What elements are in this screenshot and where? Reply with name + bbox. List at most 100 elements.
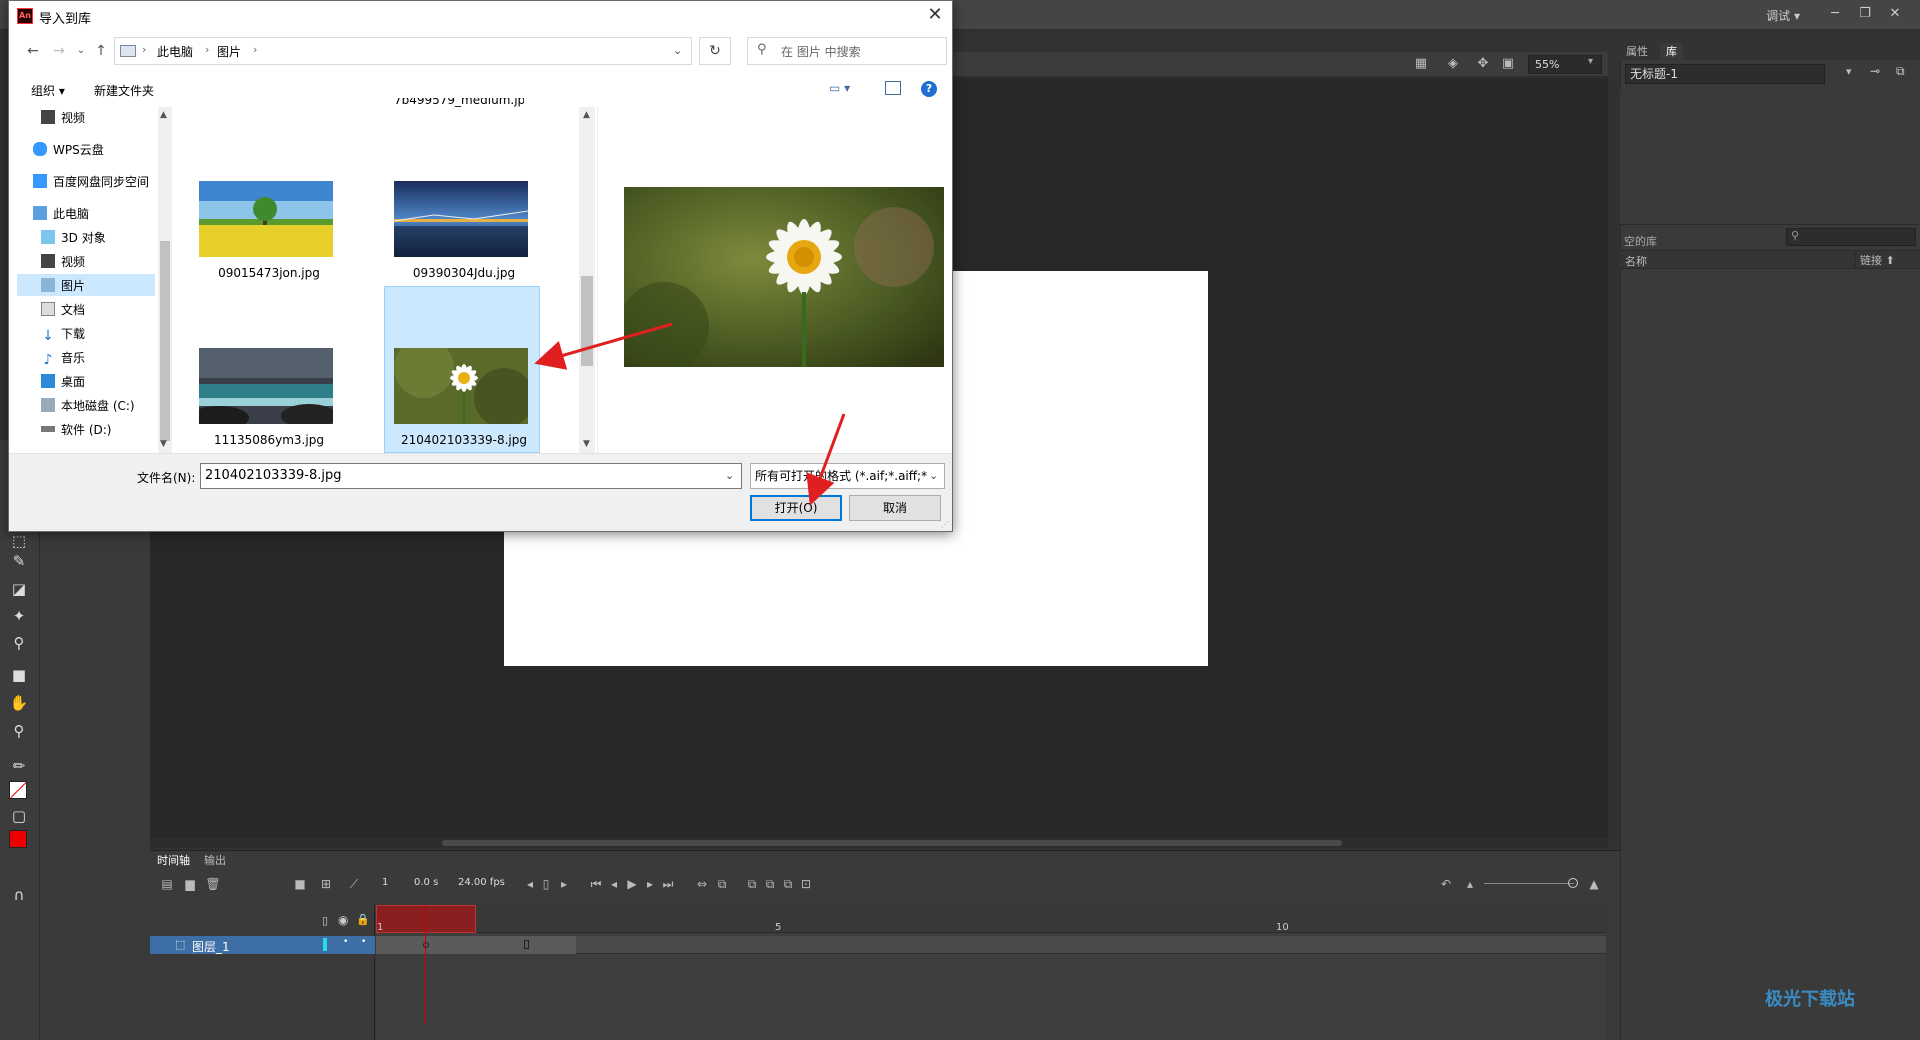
nav-item-pictures[interactable]: 图片 — [41, 275, 85, 297]
loop-icon[interactable]: ⇔ — [694, 876, 710, 892]
eyedropper-icon[interactable]: ✎ — [8, 550, 30, 572]
graph-icon[interactable]: ⟋ — [346, 876, 362, 892]
tab-output[interactable]: 输出 — [204, 852, 226, 868]
layer-parenting-icon[interactable]: ⊞ — [318, 876, 334, 892]
minimize-icon[interactable]: ─ — [1822, 4, 1848, 24]
reset-view-icon[interactable]: ↶ — [1438, 876, 1454, 892]
outline-header-icon[interactable]: ▯ — [322, 914, 328, 927]
up-arrow-icon[interactable]: ↑ — [93, 42, 109, 60]
nav-item-3d-objects[interactable]: 3D 对象 — [41, 227, 106, 249]
new-folder-button[interactable]: 新建文件夹 — [94, 82, 154, 99]
onion-markers-icon[interactable]: ⧉ — [780, 876, 796, 892]
nav-item-videos-pc[interactable]: 视频 — [41, 251, 85, 273]
close-icon[interactable]: ✕ — [1882, 4, 1908, 24]
tab-library[interactable]: 库 — [1660, 43, 1683, 59]
camera-icon[interactable]: ■ — [292, 876, 308, 892]
recent-locations-icon[interactable]: ⌄ — [73, 42, 89, 60]
workspace-switcher[interactable]: 调试 ▾ — [1766, 7, 1800, 24]
library-search-input[interactable]: ⚲ — [1786, 228, 1916, 246]
address-bar[interactable] — [114, 37, 692, 65]
pin-library-icon[interactable]: ⊸ — [1870, 64, 1880, 78]
current-frame[interactable]: 1 — [382, 877, 388, 888]
zoom-out-icon[interactable]: ▴ — [1462, 876, 1478, 892]
tab-properties[interactable]: 属性 — [1626, 43, 1648, 59]
edit-multiple-frames-icon[interactable]: ⧉ — [744, 876, 760, 892]
file-scroll-thumb[interactable] — [581, 276, 593, 366]
nav-item-music[interactable]: ♪ 音乐 — [41, 347, 85, 369]
visibility-dot-icon[interactable]: • — [343, 937, 348, 947]
pin-icon[interactable]: ⚲ — [8, 632, 30, 654]
chevron-left-icon[interactable]: ◂ — [522, 876, 538, 892]
stroke-color-swatch[interactable] — [9, 781, 27, 799]
scroll-up-icon[interactable]: ▲ — [583, 110, 590, 120]
last-frame-icon[interactable]: ⏭ — [660, 876, 676, 892]
help-icon[interactable]: ? — [921, 81, 937, 97]
scroll-up-icon[interactable]: ▲ — [160, 110, 167, 120]
column-name[interactable]: 名称 — [1625, 253, 1647, 269]
organize-menu[interactable]: 组织 ▾ — [31, 82, 65, 99]
lock-dot-icon[interactable]: • — [361, 937, 366, 947]
nav-item-this-pc[interactable]: 此电脑 — [33, 203, 89, 225]
filename-input[interactable]: 210402103339-8.jpg — [200, 463, 742, 489]
chevron-down-icon[interactable]: ⌄ — [673, 44, 682, 57]
next-frame-icon[interactable]: ▸ — [642, 876, 658, 892]
playhead[interactable] — [425, 905, 426, 1025]
file-tile-09015473jon[interactable] — [199, 181, 335, 257]
onion-skin-icon[interactable]: ⧉ — [714, 876, 730, 892]
file-tile-210402103339-8[interactable] — [394, 338, 534, 428]
file-tile-11135086ym3[interactable] — [189, 348, 337, 430]
nav-item-baidu[interactable]: 百度网盘同步空间 — [33, 171, 149, 193]
current-time[interactable]: 0.0 s — [414, 877, 438, 888]
nav-item-drive-d[interactable]: 软件 (D:) — [41, 419, 111, 441]
center-stage-icon[interactable]: ✥ — [1474, 55, 1492, 73]
file-tile-09390304Jdu[interactable] — [393, 181, 530, 257]
zoom-in-icon[interactable]: ▲ — [1586, 876, 1602, 892]
modify-markers-icon[interactable]: ⊡ — [798, 876, 814, 892]
nav-item-downloads[interactable]: ↓ 下载 — [41, 323, 85, 345]
scroll-down-icon[interactable]: ▼ — [583, 439, 590, 449]
onion-outline-icon[interactable]: ⧉ — [762, 876, 778, 892]
forward-arrow-icon[interactable]: → — [51, 42, 67, 60]
scroll-thumb[interactable] — [442, 840, 1342, 846]
dialog-titlebar[interactable] — [9, 1, 952, 31]
view-options-icon[interactable]: ▭ ▾ — [829, 81, 850, 95]
stage-vertical-scrollbar[interactable] — [1608, 78, 1618, 838]
refresh-icon[interactable]: ↻ — [699, 37, 731, 65]
layer-outline-color[interactable] — [323, 938, 327, 951]
new-library-panel-icon[interactable]: ⧉ — [1896, 64, 1905, 79]
close-icon[interactable]: ✕ — [924, 4, 946, 26]
transform-tool-icon[interactable]: ⬚ — [8, 530, 30, 552]
nav-item-wps-cloud[interactable]: WPS云盘 — [33, 139, 104, 161]
eraser-icon[interactable]: ◪ — [8, 578, 30, 600]
edit-symbol-icon[interactable]: ◈ — [1444, 55, 1462, 73]
resize-grip-icon[interactable]: ⋰ — [941, 520, 949, 529]
open-button[interactable]: 打开(O) — [750, 495, 842, 521]
pencil-icon[interactable]: ✏ — [8, 755, 30, 777]
prev-frame-icon[interactable]: ◂ — [606, 876, 622, 892]
breadcrumb-this-pc[interactable]: 此电脑 — [157, 43, 193, 60]
frame-rate[interactable]: 24.00 fps — [458, 877, 505, 888]
layer-name[interactable]: 图层_1 — [192, 938, 230, 955]
new-folder-icon[interactable]: ▆ — [182, 876, 198, 892]
lock-icon[interactable]: 🔒 — [356, 913, 370, 926]
zoom-icon[interactable]: ⚲ — [8, 720, 30, 742]
file-type-filter[interactable]: 所有可打开的格式 (*.aif;*.aiff;* — [750, 463, 945, 489]
nav-item-documents[interactable]: 文档 — [41, 299, 85, 321]
chevron-right-icon[interactable]: ▸ — [556, 876, 572, 892]
trash-icon[interactable]: 🗑 — [205, 876, 221, 892]
column-linkage[interactable]: 链接 ⬆ — [1855, 252, 1895, 268]
new-layer-icon[interactable]: ▤ — [159, 876, 175, 892]
play-icon[interactable]: ▶ — [624, 876, 640, 892]
chevron-down-icon[interactable]: ⌄ — [725, 469, 734, 482]
first-frame-icon[interactable]: ⏮ — [588, 876, 604, 892]
library-document-select[interactable]: 无标题-1 — [1625, 64, 1825, 84]
fill-color-swatch[interactable] — [9, 830, 27, 848]
restore-icon[interactable]: ❐ — [1852, 4, 1878, 24]
snap-magnet-icon[interactable]: ∩ — [8, 884, 30, 906]
nav-scroll-thumb[interactable] — [160, 241, 170, 441]
eye-icon[interactable]: ◉ — [338, 913, 348, 927]
nav-item-videos[interactable]: 视频 — [41, 107, 85, 129]
slider-handle[interactable] — [1568, 878, 1578, 888]
scroll-down-icon[interactable]: ▼ — [160, 439, 167, 449]
hand-icon[interactable]: ✋ — [8, 692, 30, 714]
